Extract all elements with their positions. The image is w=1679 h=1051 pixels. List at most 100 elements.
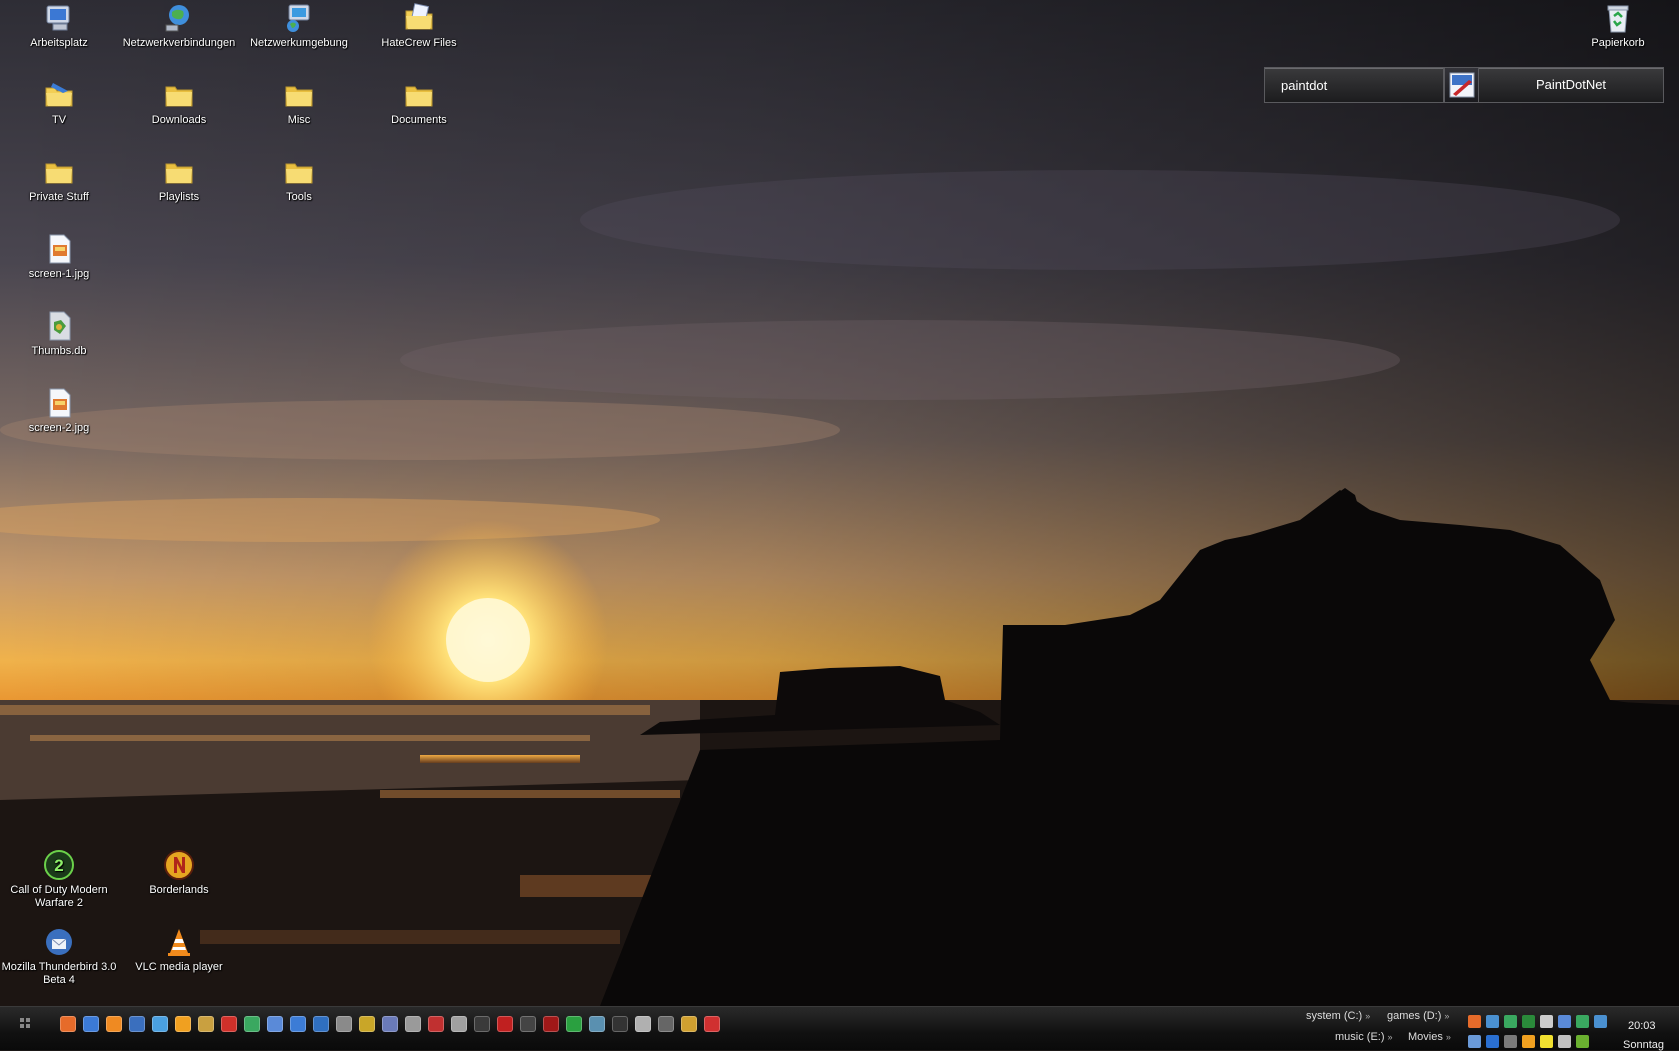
- star-icon[interactable]: [566, 1016, 582, 1032]
- network-icon[interactable]: [152, 1016, 168, 1032]
- network-tray-icon[interactable]: [1486, 1015, 1499, 1028]
- red-icon[interactable]: [543, 1016, 559, 1032]
- folder-icon: [405, 86, 433, 107]
- chevron-right-icon: »: [1365, 1011, 1371, 1021]
- teamspeak-icon[interactable]: [313, 1016, 329, 1032]
- desktop-icon-thumbs-db[interactable]: Thumbs.db: [0, 310, 119, 358]
- folder-icon: [285, 86, 313, 107]
- dots-icon[interactable]: [428, 1016, 444, 1032]
- flag-icon[interactable]: [221, 1016, 237, 1032]
- launcher-search-input[interactable]: [1281, 77, 1431, 93]
- desktop-icon-label: Misc: [287, 114, 311, 126]
- arrow-icon[interactable]: [612, 1016, 628, 1032]
- computer-tray-icon[interactable]: [1468, 1035, 1481, 1048]
- thunderbird-icon[interactable]: [129, 1016, 145, 1032]
- xfire-icon[interactable]: [474, 1016, 490, 1032]
- desktop-icon-borderlands[interactable]: Borderlands: [119, 849, 239, 897]
- grid-tray-icon[interactable]: [1576, 1015, 1589, 1028]
- drive-label: system (C:): [1306, 1010, 1363, 1022]
- chevron-right-icon: »: [1387, 1032, 1393, 1042]
- globe-icon[interactable]: [244, 1016, 260, 1032]
- skull-icon[interactable]: [336, 1016, 352, 1032]
- app-launcher: PaintDotNet: [1264, 67, 1664, 105]
- desktop-icon-downloads[interactable]: Downloads: [119, 79, 239, 127]
- ventrilo-icon[interactable]: [382, 1016, 398, 1032]
- desktop-icon-label: HateCrew Files: [381, 37, 457, 49]
- shield-icon[interactable]: [520, 1016, 536, 1032]
- drive-link-music[interactable]: music (E:)»: [1335, 1031, 1393, 1043]
- note-tray-icon[interactable]: [1540, 1035, 1553, 1048]
- desktop-icon-playlists[interactable]: Playlists: [119, 156, 239, 204]
- desktop-icon-screen-2[interactable]: screen-2.jpg: [0, 387, 119, 435]
- drive-link-games[interactable]: games (D:)»: [1387, 1010, 1449, 1022]
- drive-link-movies[interactable]: Movies»: [1408, 1031, 1451, 1043]
- desktop-icon-tv[interactable]: TV: [0, 79, 119, 127]
- desktop-icon-documents[interactable]: Documents: [359, 79, 479, 127]
- ie-icon[interactable]: [83, 1016, 99, 1032]
- desktop-icon-label: Netzwerkverbindungen: [122, 37, 236, 49]
- bluetooth-tray-icon[interactable]: [1486, 1035, 1499, 1048]
- desktop-icon-label: Documents: [391, 114, 447, 126]
- chart-tray-icon[interactable]: [1504, 1015, 1517, 1028]
- skull-tray-icon[interactable]: [1540, 1015, 1553, 1028]
- ghost-icon[interactable]: [451, 1016, 467, 1032]
- desktop-icon-papierkorb[interactable]: Papierkorb: [1558, 2, 1678, 50]
- desktop-icon-vlc[interactable]: VLC media player: [119, 926, 239, 974]
- firefox-alt-icon[interactable]: [106, 1016, 122, 1032]
- desktop-icon-cod-mw2[interactable]: 2 Call of Duty Modern Warfare 2: [0, 849, 119, 910]
- desktop-icon-hatecrew-files[interactable]: HateCrew Files: [359, 2, 479, 50]
- pen-icon[interactable]: [198, 1016, 214, 1032]
- globe-tray-icon[interactable]: [1594, 1015, 1607, 1028]
- borderlands-icon: [164, 850, 194, 880]
- tool-icon[interactable]: [681, 1016, 697, 1032]
- desktop-icon-arbeitsplatz[interactable]: Arbeitsplatz: [0, 2, 119, 50]
- desktop-icon-netzwerkverbindungen[interactable]: Netzwerkverbindungen: [119, 2, 239, 50]
- launcher-result[interactable]: PaintDotNet: [1478, 67, 1664, 103]
- monitor-tray-icon[interactable]: [1522, 1015, 1535, 1028]
- desktop-icon-label: Papierkorb: [1591, 37, 1645, 49]
- volume-tray-icon[interactable]: [1558, 1035, 1571, 1048]
- desktop-icon-label: Private Stuff: [29, 191, 89, 203]
- warning-tray-icon[interactable]: [1522, 1035, 1535, 1048]
- reaper-icon[interactable]: [405, 1016, 421, 1032]
- desktop-icon-label: Netzwerkumgebung: [250, 37, 348, 49]
- clock-time[interactable]: 20:03: [1628, 1020, 1656, 1032]
- desktop-icon-label: Thumbs.db: [31, 345, 87, 357]
- eac-icon[interactable]: [658, 1016, 674, 1032]
- desktop-icon-label: Tools: [286, 191, 312, 203]
- folder-icon: [165, 163, 193, 184]
- network-places-icon: [287, 4, 310, 32]
- flag-fr-icon[interactable]: [704, 1016, 720, 1032]
- folder-icon: [165, 86, 193, 107]
- winamp-icon[interactable]: [175, 1016, 191, 1032]
- start-menu-icon[interactable]: [18, 1016, 32, 1030]
- steam-icon[interactable]: [267, 1016, 283, 1032]
- thunderbird-icon: [46, 929, 72, 955]
- computer-icon: [46, 5, 70, 31]
- drive-label: games (D:): [1387, 1010, 1442, 1022]
- desktop-icon-misc[interactable]: Misc: [239, 79, 359, 127]
- desktop-icon-thunderbird[interactable]: Mozilla Thunderbird 3.0 Beta 4: [0, 926, 119, 987]
- desktop-icon-label: Downloads: [151, 114, 207, 126]
- desktop-icon-private-stuff[interactable]: Private Stuff: [0, 156, 119, 204]
- nvidia-tray-icon[interactable]: [1576, 1035, 1589, 1048]
- antivirus-tray-icon[interactable]: [1504, 1035, 1517, 1048]
- firefox-tray-icon[interactable]: [1468, 1015, 1481, 1028]
- pin-icon[interactable]: [635, 1016, 651, 1032]
- firefox-icon[interactable]: [60, 1016, 76, 1032]
- desktop-icon-tools[interactable]: Tools: [239, 156, 359, 204]
- desktop-icon-screen-1[interactable]: screen-1.jpg: [0, 233, 119, 281]
- stop-icon[interactable]: [497, 1016, 513, 1032]
- wow-icon[interactable]: [359, 1016, 375, 1032]
- skype-icon[interactable]: [290, 1016, 306, 1032]
- vlc-icon: [168, 929, 190, 956]
- cube-icon[interactable]: [589, 1016, 605, 1032]
- desktop-icon-label: TV: [51, 114, 67, 126]
- drive-link-system[interactable]: system (C:)»: [1306, 1010, 1370, 1022]
- desktop-icon-label: screen-2.jpg: [28, 422, 90, 434]
- display-tray-icon[interactable]: [1558, 1015, 1571, 1028]
- launcher-search-box[interactable]: [1264, 67, 1444, 103]
- folder-tv-icon: [45, 83, 73, 107]
- desktop-icon-label: Call of Duty Modern Warfare 2: [10, 884, 108, 909]
- desktop-icon-netzwerkumgebung[interactable]: Netzwerkumgebung: [239, 2, 359, 50]
